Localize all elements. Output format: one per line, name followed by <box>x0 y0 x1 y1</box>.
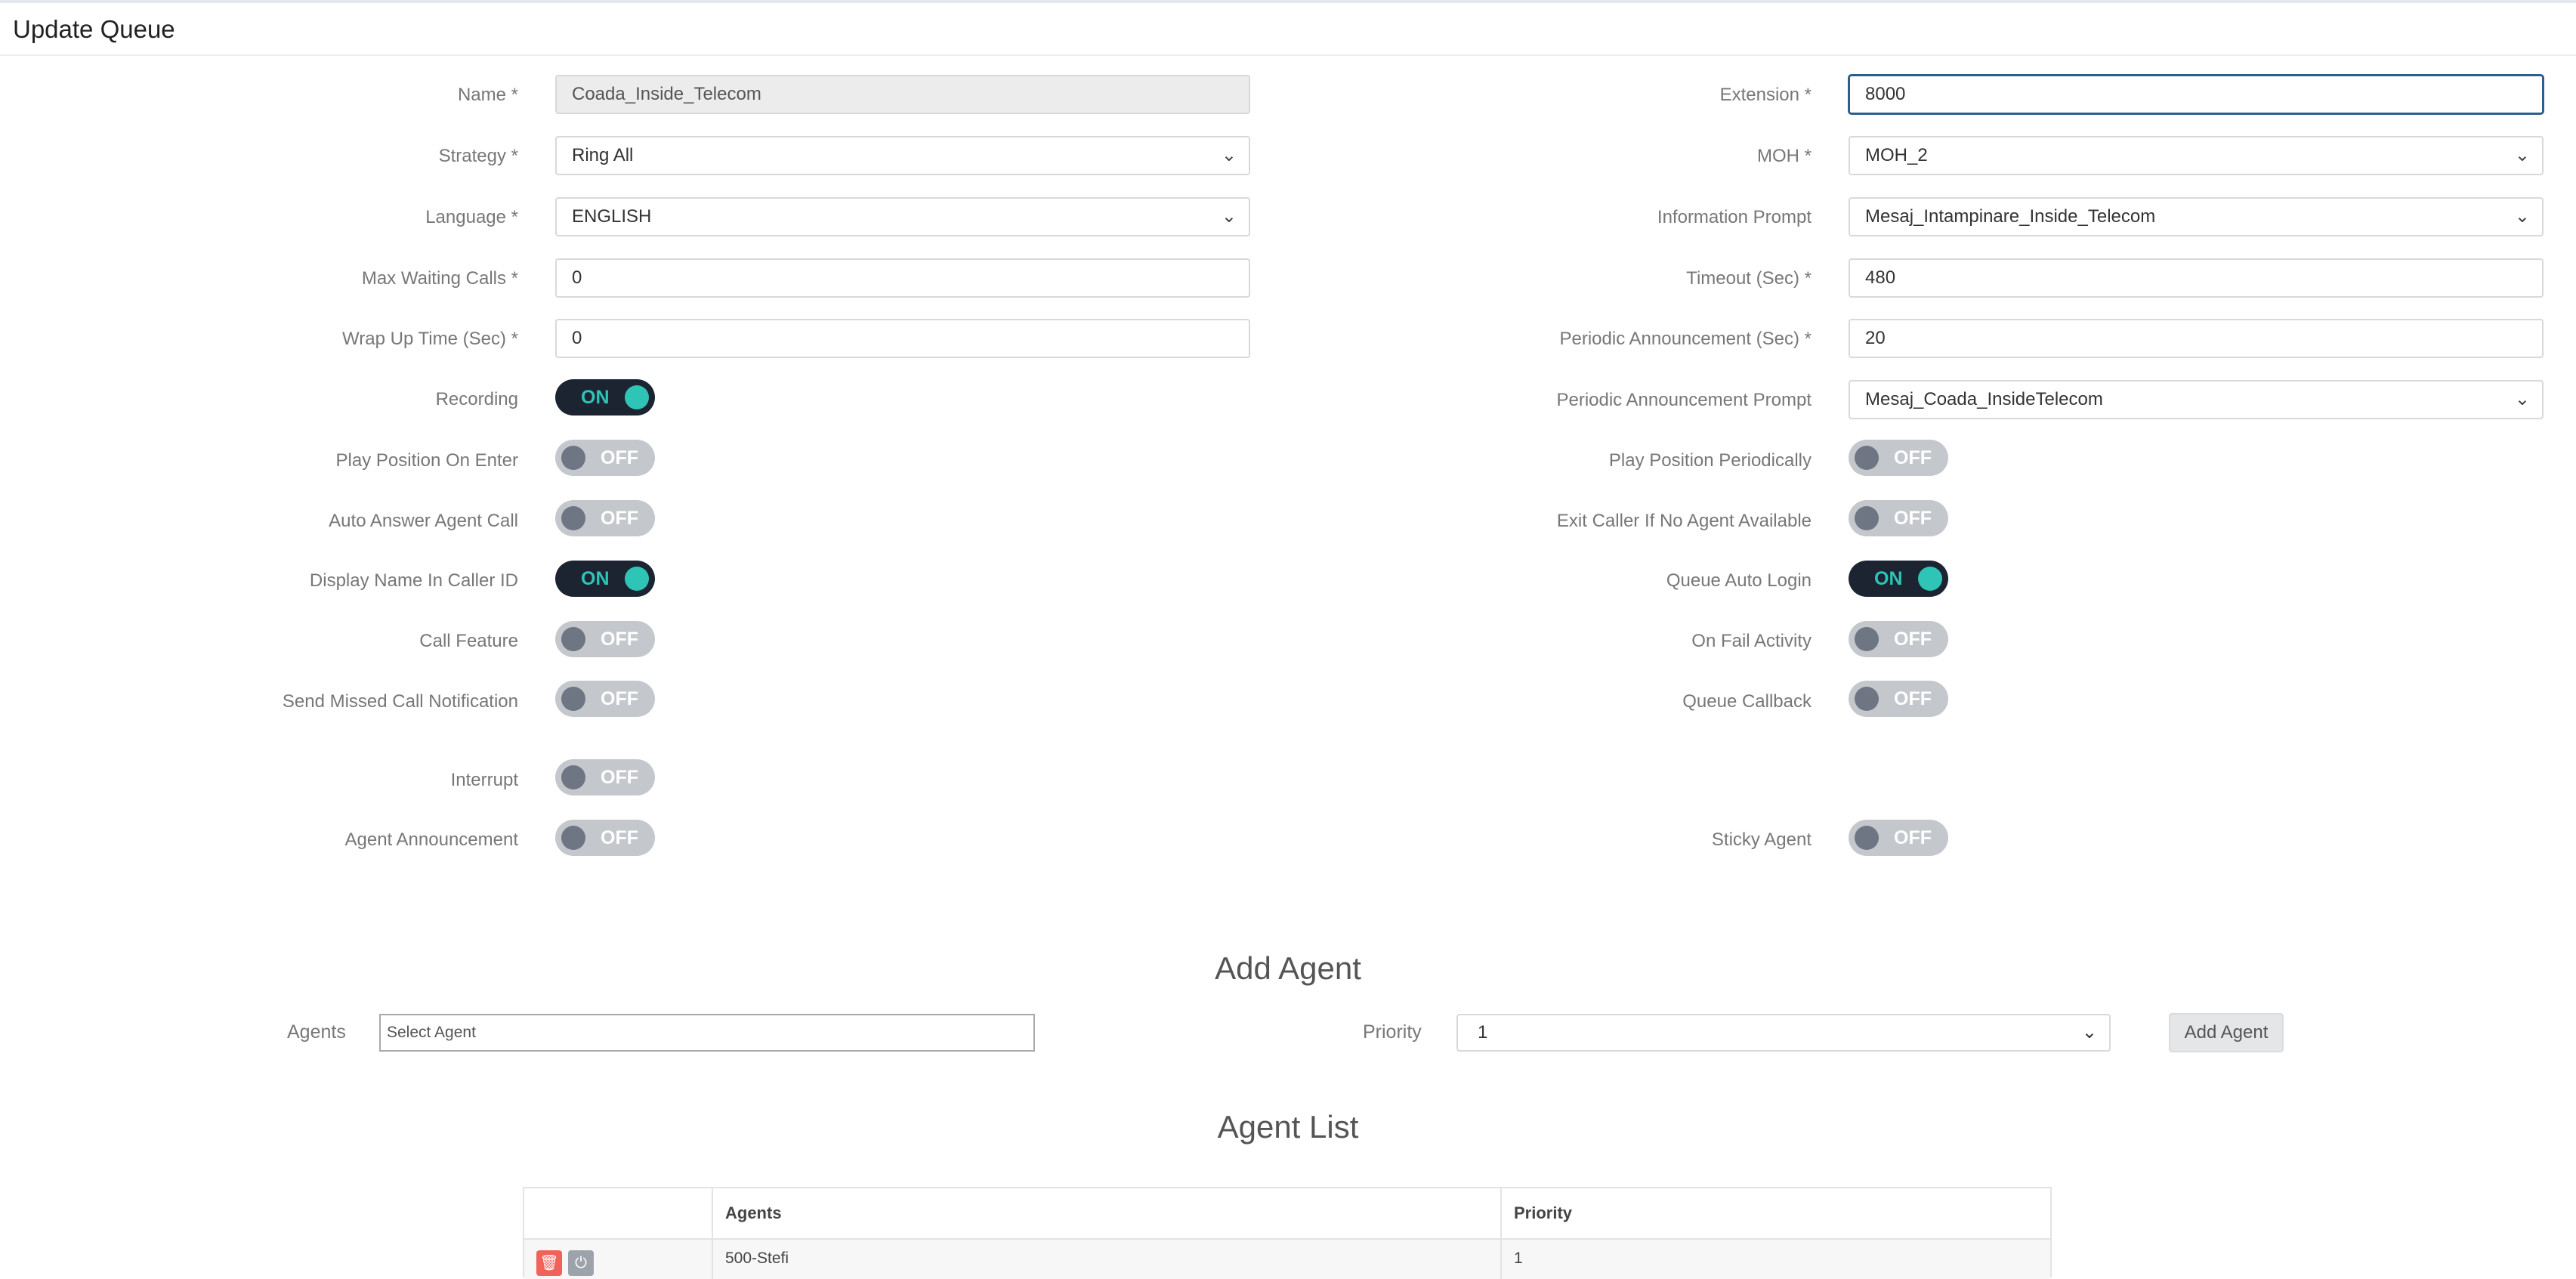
periodic-announcement-prompt-label: Periodic Announcement Prompt <box>1556 390 1812 410</box>
toggle-knob <box>561 506 585 530</box>
queue-auto-login-toggle[interactable]: ON <box>1849 561 1948 597</box>
toggle-knob <box>625 385 649 409</box>
interrupt-toggle[interactable]: OFF <box>555 759 655 796</box>
sticky-agent-label: Sticky Agent <box>1711 829 1812 850</box>
recording-label: Recording <box>435 389 518 409</box>
chevron-down-icon: ⌄ <box>1221 206 1237 227</box>
name-input[interactable]: Coada_Inside_Telecom <box>555 75 1250 114</box>
name-label: Name * <box>457 85 518 105</box>
queue-callback-toggle[interactable]: OFF <box>1849 681 1948 717</box>
priority-label: Priority <box>1363 1021 1422 1043</box>
add-agent-title: Add Agent <box>1215 950 1361 986</box>
agent-announcement-toggle[interactable]: OFF <box>555 820 655 856</box>
on-fail-activity-toggle[interactable]: OFF <box>1849 621 1948 657</box>
auto-answer-agent-call-label: Auto Answer Agent Call <box>329 511 518 531</box>
information-prompt-label: Information Prompt <box>1657 207 1812 227</box>
toggle-knob <box>561 826 585 850</box>
play-position-periodically-label: Play Position Periodically <box>1608 450 1812 471</box>
max-waiting-calls-input[interactable]: 0 <box>555 258 1250 298</box>
interrupt-label: Interrupt <box>450 770 518 790</box>
title-divider <box>0 54 2576 56</box>
periodic-announcement-label: Periodic Announcement (Sec) * <box>1559 329 1812 349</box>
play-position-periodically-toggle[interactable]: OFF <box>1849 440 1948 476</box>
queue-auto-login-label: Queue Auto Login <box>1666 570 1812 591</box>
top-border <box>0 0 2576 3</box>
queue-callback-label: Queue Callback <box>1682 691 1812 712</box>
agent-list-title: Agent List <box>1217 1109 1359 1145</box>
auto-answer-agent-call-toggle[interactable]: OFF <box>555 500 655 536</box>
column-divider <box>712 1188 713 1279</box>
information-prompt-select[interactable]: Mesaj_Intampinare_Inside_Telecom ⌄ <box>1849 197 2544 236</box>
toggle-knob <box>561 446 585 470</box>
timeout-label: Timeout (Sec) * <box>1686 268 1812 289</box>
chevron-down-icon: ⌄ <box>2514 145 2530 165</box>
toggle-knob <box>625 567 649 591</box>
timeout-input[interactable]: 480 <box>1849 258 2544 298</box>
moh-select[interactable]: MOH_2 ⌄ <box>1849 136 2544 175</box>
language-select[interactable]: ENGLISH ⌄ <box>555 197 1250 236</box>
toggle-knob <box>1855 446 1879 470</box>
agent-cell: 500-Stefi <box>725 1250 789 1267</box>
power-icon[interactable]: ⏻ <box>568 1250 594 1276</box>
play-position-on-enter-toggle[interactable]: OFF <box>555 440 655 476</box>
strategy-label: Strategy * <box>438 146 518 166</box>
sticky-agent-toggle[interactable]: OFF <box>1849 820 1948 856</box>
display-name-in-caller-id-toggle[interactable]: ON <box>555 561 655 597</box>
on-fail-activity-label: On Fail Activity <box>1691 631 1812 651</box>
wrap-up-time-label: Wrap Up Time (Sec) * <box>342 329 518 349</box>
table-header-agents: Agents <box>725 1203 782 1222</box>
language-label: Language * <box>425 207 518 227</box>
wrap-up-time-input[interactable]: 0 <box>555 319 1250 358</box>
extension-label: Extension * <box>1719 85 1812 105</box>
priority-select[interactable]: 1 ⌄ <box>1456 1014 2111 1052</box>
toggle-knob <box>1855 687 1879 711</box>
page-title: Update Queue <box>13 15 175 43</box>
chevron-down-icon: ⌄ <box>2081 1022 2097 1043</box>
priority-cell: 1 <box>1514 1250 1523 1267</box>
send-missed-call-notification-label: Send Missed Call Notification <box>282 691 518 712</box>
periodic-announcement-prompt-select[interactable]: Mesaj_Coada_InsideTelecom ⌄ <box>1849 380 2544 419</box>
moh-label: MOH * <box>1757 146 1812 166</box>
chevron-down-icon: ⌄ <box>1221 145 1237 165</box>
agent-announcement-label: Agent Announcement <box>344 829 518 850</box>
toggle-knob <box>1855 506 1879 530</box>
add-agent-button[interactable]: Add Agent <box>2169 1013 2284 1052</box>
exit-caller-label: Exit Caller If No Agent Available <box>1556 511 1812 531</box>
chevron-down-icon: ⌄ <box>2514 389 2530 409</box>
strategy-select[interactable]: Ring All ⌄ <box>555 136 1250 175</box>
call-feature-toggle[interactable]: OFF <box>555 621 655 657</box>
agent-list-table: Agents Priority 🗑 ⏻ 500-Stefi 1 <box>523 1187 2052 1279</box>
toggle-knob <box>561 687 585 711</box>
exit-caller-toggle[interactable]: OFF <box>1849 500 1948 536</box>
send-missed-call-notification-toggle[interactable]: OFF <box>555 681 655 717</box>
display-name-in-caller-id-label: Display Name In Caller ID <box>309 570 518 591</box>
periodic-announcement-input[interactable]: 20 <box>1849 319 2544 358</box>
agents-label: Agents <box>287 1021 346 1043</box>
column-divider <box>1500 1188 1502 1279</box>
toggle-knob <box>1855 627 1879 651</box>
trash-icon[interactable]: 🗑 <box>536 1250 562 1276</box>
toggle-knob <box>1918 567 1942 591</box>
chevron-down-icon: ⌄ <box>2514 206 2530 227</box>
toggle-knob <box>561 627 585 651</box>
select-agent-input[interactable]: Select Agent <box>379 1014 1035 1052</box>
call-feature-label: Call Feature <box>419 631 518 651</box>
toggle-knob <box>1855 826 1879 850</box>
table-header-priority: Priority <box>1514 1203 1573 1222</box>
play-position-on-enter-label: Play Position On Enter <box>335 450 518 471</box>
max-waiting-calls-label: Max Waiting Calls * <box>361 268 518 289</box>
extension-input[interactable]: 8000 <box>1849 75 2544 114</box>
recording-toggle[interactable]: ON <box>555 379 655 416</box>
toggle-knob <box>561 765 585 789</box>
